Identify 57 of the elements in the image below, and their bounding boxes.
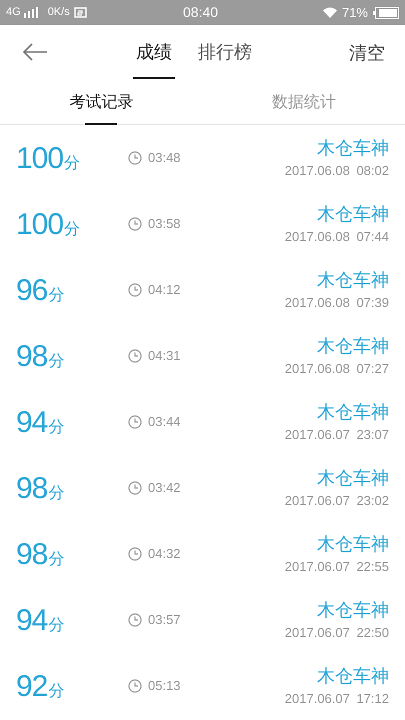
clock-icon <box>128 679 142 693</box>
user-name: 木仓车神 <box>317 269 389 292</box>
clock-icon <box>128 547 142 561</box>
header-tab[interactable]: 成绩 <box>134 25 174 80</box>
duration-text: 04:12 <box>148 281 181 300</box>
date-time: 2017.06.07 22:55 <box>284 558 389 576</box>
date-time: 2017.06.07 17:12 <box>284 690 389 708</box>
score-text: 98分 <box>16 470 66 506</box>
date-time: 2017.06.08 07:44 <box>284 228 389 246</box>
duration-text: 03:44 <box>148 413 181 432</box>
date-time: 2017.06.07 22:50 <box>284 624 389 642</box>
date-time: 2017.06.08 07:27 <box>284 360 389 378</box>
user-name: 木仓车神 <box>317 137 389 160</box>
clear-button[interactable]: 清空 <box>349 40 385 67</box>
screenshot-icon <box>74 6 87 18</box>
user-name: 木仓车神 <box>317 335 389 358</box>
score-text: 100分 <box>16 206 82 242</box>
battery-percent: 71% <box>342 4 368 22</box>
date-time: 2017.06.07 23:07 <box>284 426 389 444</box>
date-time: 2017.06.08 07:39 <box>284 294 389 312</box>
score-text: 92分 <box>16 668 66 704</box>
battery-icon <box>373 6 399 18</box>
duration-text: 05:13 <box>148 677 181 696</box>
score-text: 94分 <box>16 602 66 638</box>
date-time: 2017.06.08 08:02 <box>284 162 389 180</box>
duration-text: 03:48 <box>148 149 181 168</box>
score-text: 98分 <box>16 536 66 572</box>
user-name: 木仓车神 <box>317 401 389 424</box>
score-text: 94分 <box>16 404 66 440</box>
clock-icon <box>128 481 142 495</box>
duration-text: 03:57 <box>148 611 181 630</box>
duration-text: 04:31 <box>148 347 181 366</box>
user-name: 木仓车神 <box>317 599 389 622</box>
duration-text: 03:58 <box>148 215 181 234</box>
user-name: 木仓车神 <box>317 467 389 490</box>
speed-label: 0K/s <box>48 5 70 20</box>
score-text: 100分 <box>16 140 82 176</box>
back-icon[interactable] <box>22 43 48 61</box>
clock-icon <box>128 613 142 627</box>
duration-text: 03:42 <box>148 479 181 498</box>
wifi-icon <box>322 7 337 18</box>
user-name: 木仓车神 <box>317 665 389 688</box>
clock-icon <box>128 415 142 429</box>
clock-time: 08:40 <box>183 3 218 22</box>
header-tab[interactable]: 排行榜 <box>196 25 254 80</box>
clock-icon <box>128 151 142 165</box>
user-name: 木仓车神 <box>317 203 389 226</box>
sub-tab[interactable]: 考试记录 <box>69 80 134 125</box>
duration-text: 04:32 <box>148 545 181 564</box>
score-text: 98分 <box>16 338 66 374</box>
user-name: 木仓车神 <box>317 533 389 556</box>
date-time: 2017.06.07 23:02 <box>284 492 389 510</box>
score-text: 96分 <box>16 272 66 308</box>
clock-icon <box>128 217 142 231</box>
network-label: 4G <box>6 5 21 20</box>
clock-icon <box>128 349 142 363</box>
clock-icon <box>128 283 142 297</box>
